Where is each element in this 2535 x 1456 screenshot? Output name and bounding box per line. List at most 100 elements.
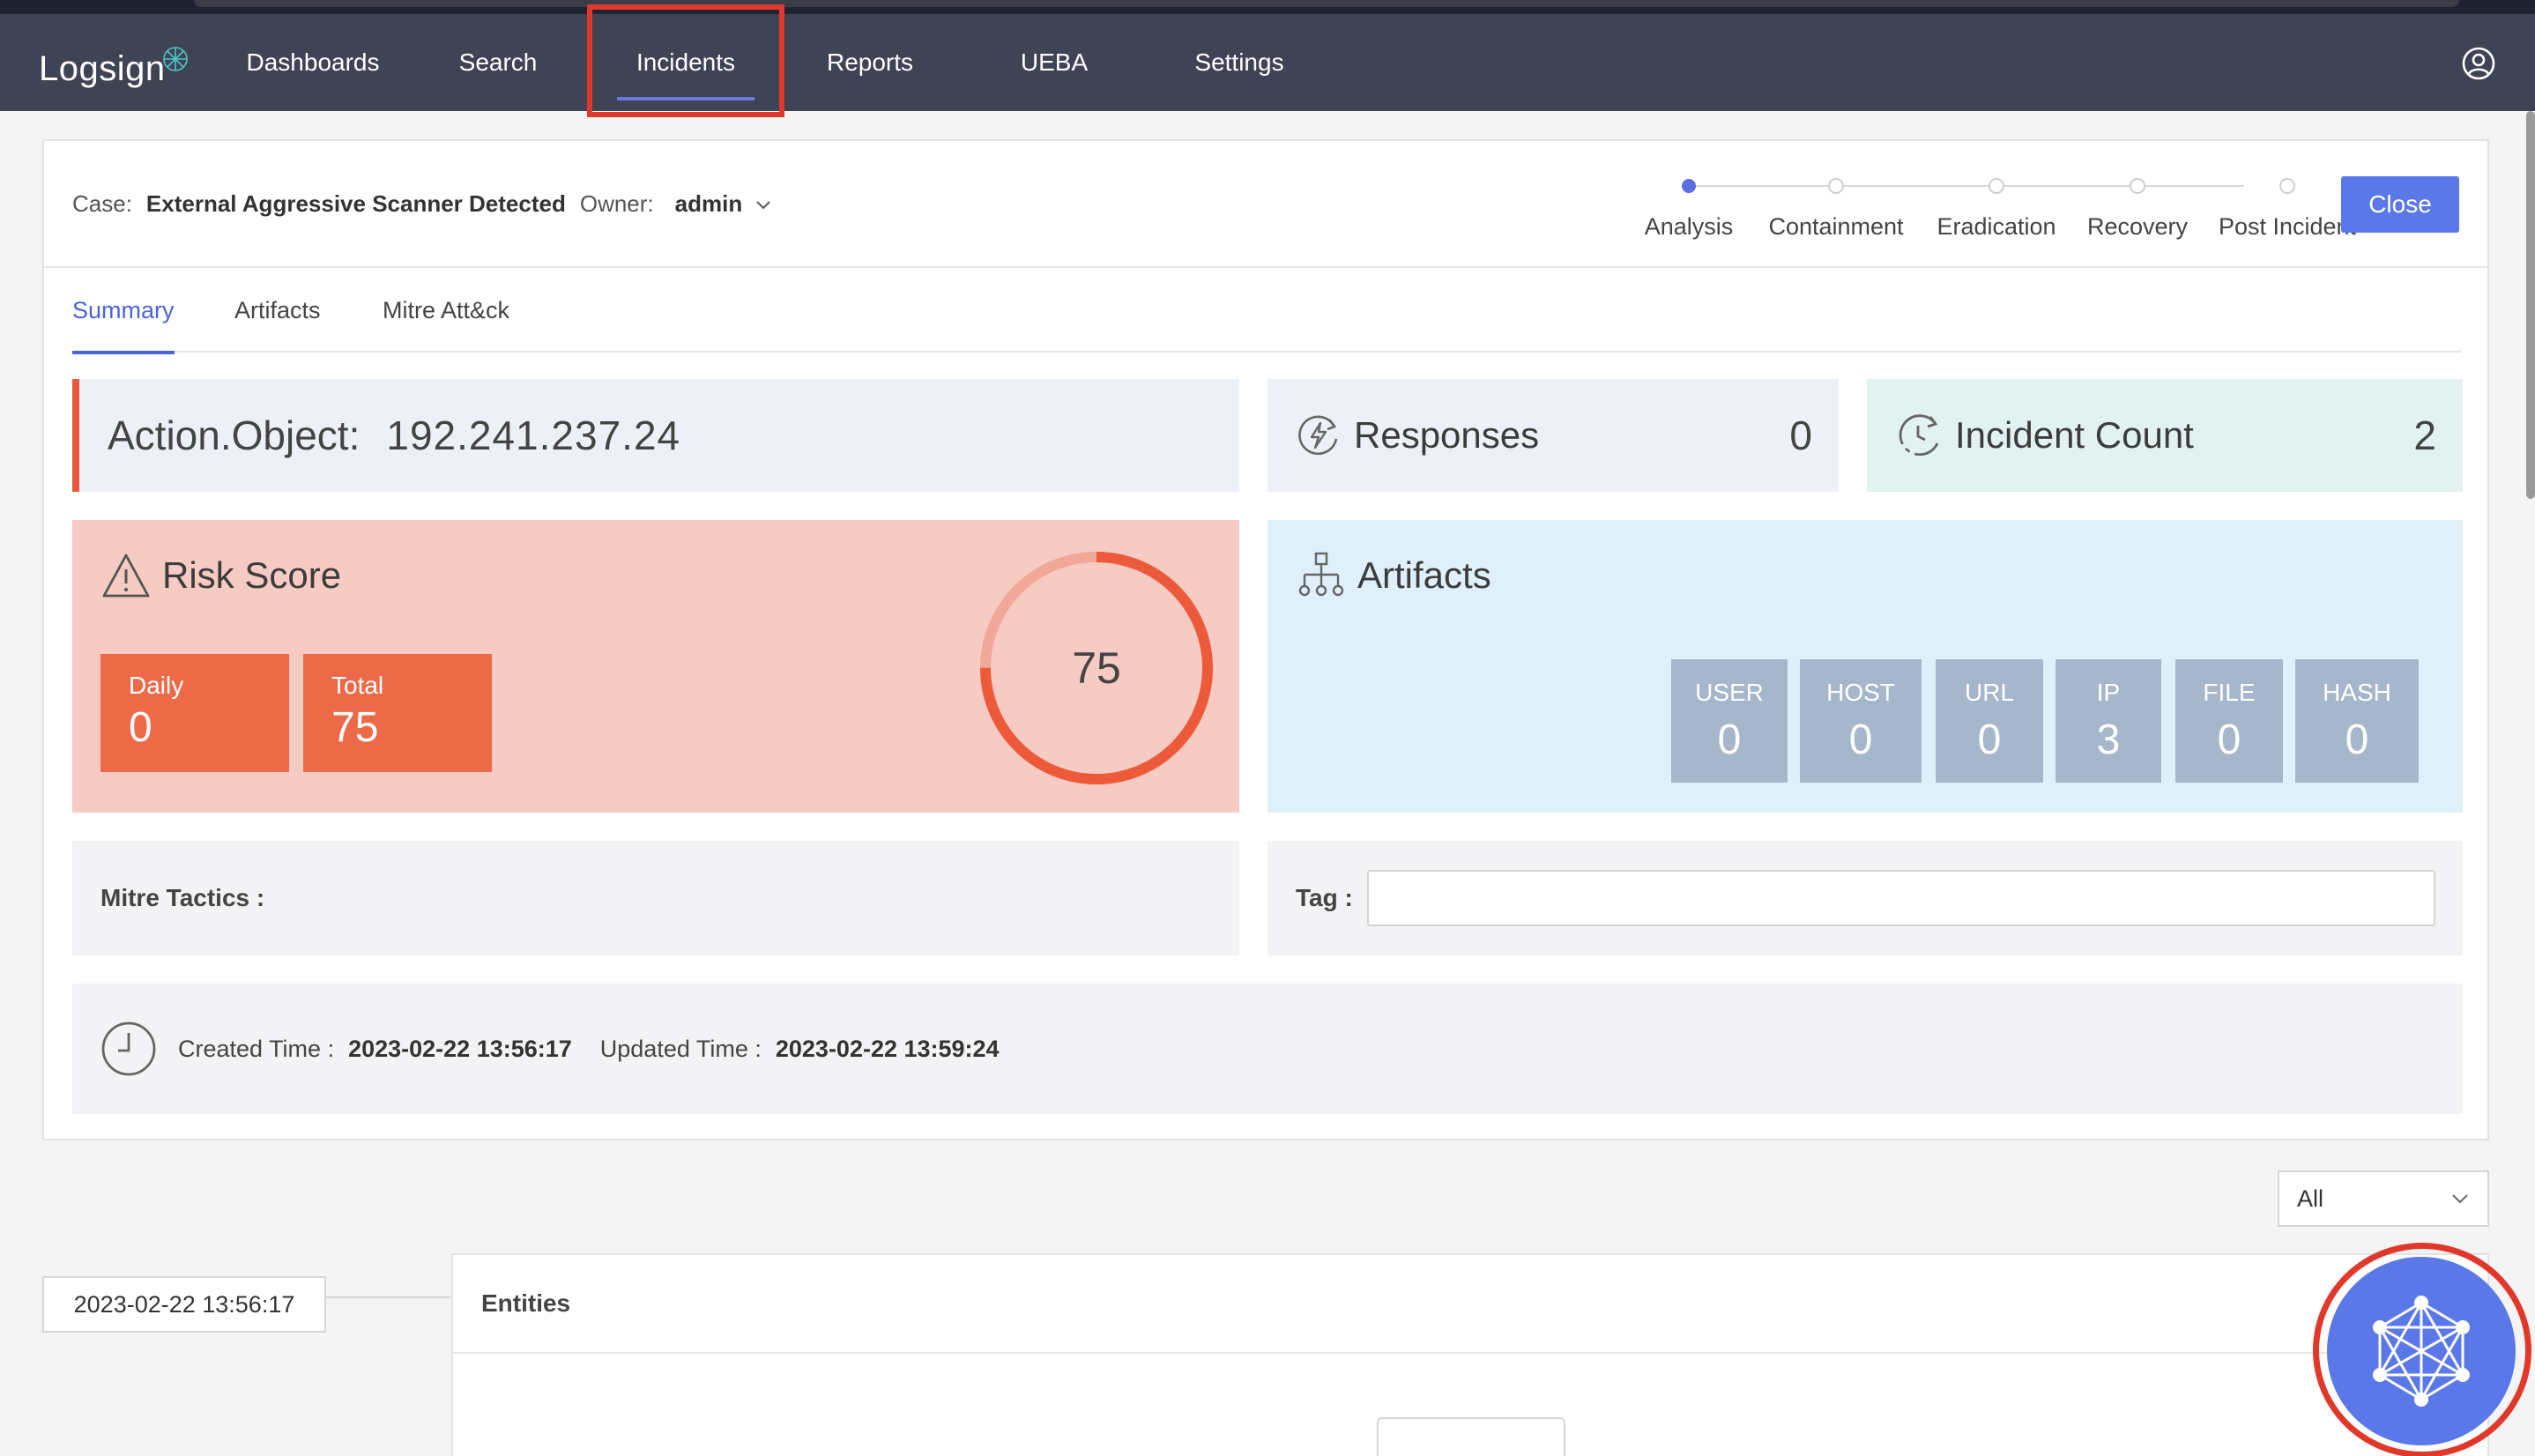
- case-name: External Aggressive Scanner Detected: [145, 190, 566, 217]
- entity-node[interactable]: [1377, 1417, 1565, 1456]
- nav-reports[interactable]: Reports: [811, 14, 929, 111]
- step-label-analysis[interactable]: Analysis: [1645, 213, 1734, 241]
- updated-time-value: 2023-02-22 13:59:24: [775, 1035, 1000, 1062]
- daily-value: 0: [129, 704, 152, 751]
- tab-summary[interactable]: Summary: [72, 268, 175, 354]
- artifact-chip-ip[interactable]: IP 3: [2056, 659, 2161, 783]
- artifact-chip-value: 3: [2096, 717, 2121, 763]
- total-score-box: Total 75: [303, 654, 492, 772]
- nav-settings[interactable]: Settings: [1181, 14, 1297, 111]
- step-label-post-incident[interactable]: Post Incident: [2219, 213, 2356, 241]
- mitre-tactics-label: Mitre Tactics :: [100, 884, 265, 911]
- artifact-chip-host[interactable]: HOST 0: [1800, 659, 1922, 783]
- timeline-filter-select[interactable]: All: [2278, 1170, 2489, 1227]
- warning-triangle-icon: [102, 553, 150, 598]
- artifact-chip-label: IP: [2096, 679, 2121, 706]
- artifact-chip-value: 0: [1977, 717, 2002, 763]
- case-line: Case: External Aggressive Scanner Detect…: [72, 190, 772, 218]
- mitre-tactics-tile: Mitre Tactics :: [72, 841, 1239, 955]
- nav-dashboards[interactable]: Dashboards: [238, 14, 388, 111]
- risk-score-label: Risk Score: [162, 554, 342, 596]
- chevron-down-icon: [2452, 1194, 2468, 1204]
- artifacts-label: Artifacts: [1357, 554, 1491, 596]
- step-label-containment[interactable]: Containment: [1768, 213, 1903, 241]
- action-object-tile: Action.Object: 192.241.237.24: [72, 379, 1239, 492]
- artifact-chip-label: URL: [1964, 679, 2014, 706]
- nav-incidents[interactable]: Incidents: [608, 14, 763, 111]
- step-dot-post-incident[interactable]: [2279, 178, 2295, 194]
- responses-label: Responses: [1354, 414, 1540, 456]
- risk-score-tile: Risk Score Daily 0 Total 75 75: [72, 520, 1239, 813]
- tab-artifacts[interactable]: Artifacts: [234, 268, 321, 353]
- total-value: 75: [331, 704, 379, 751]
- artifact-chip-label: HASH: [2323, 679, 2391, 706]
- timeline-date-pill[interactable]: 2023-02-22 13:56:17: [42, 1276, 326, 1333]
- artifact-chip-value: 0: [1717, 717, 1742, 763]
- incident-count-label: Incident Count: [1955, 414, 2194, 456]
- owner-value[interactable]: admin: [675, 190, 743, 218]
- created-time-value: 2023-02-22 13:56:17: [348, 1035, 572, 1062]
- browser-top-strip: [0, 0, 2535, 14]
- artifacts-tile: Artifacts USER 0 HOST 0 URL 0 IP 3 FILE …: [1268, 520, 2463, 813]
- browser-tab-pill: [194, 0, 2459, 7]
- created-time-label: Created Time :: [178, 1035, 335, 1062]
- logo-text: Logsign: [39, 48, 166, 88]
- stepper-line: [1689, 185, 2244, 187]
- responses-tile[interactable]: Responses 0: [1268, 379, 1839, 492]
- updated-time-label: Updated Time :: [599, 1035, 762, 1062]
- daily-score-box: Daily 0: [100, 654, 289, 772]
- daily-label: Daily: [129, 672, 184, 699]
- close-button[interactable]: Close: [2341, 176, 2459, 233]
- tab-mitre-attack[interactable]: Mitre Att&ck: [383, 268, 509, 353]
- network-graph-fab[interactable]: [2327, 1257, 2516, 1445]
- incident-card: Case: External Aggressive Scanner Detect…: [42, 139, 2489, 1140]
- nav-search[interactable]: Search: [450, 14, 546, 111]
- artifacts-header: Artifacts: [1296, 550, 1491, 601]
- step-dot-recovery[interactable]: [2130, 178, 2145, 194]
- page-scrollbar[interactable]: [2526, 111, 2535, 499]
- artifact-chip-url[interactable]: URL 0: [1936, 659, 2043, 783]
- tag-input[interactable]: [1366, 870, 2435, 926]
- step-dot-analysis[interactable]: [1682, 179, 1696, 193]
- case-label: Case:: [72, 190, 132, 217]
- time-tile: Created Time : 2023-02-22 13:56:17 Updat…: [72, 984, 2463, 1114]
- action-object-label: Action.Object:: [108, 412, 361, 458]
- top-navbar: Logsign Dashboards Search Incidents Repo…: [0, 14, 2535, 111]
- artifact-chip-file[interactable]: FILE 0: [2175, 659, 2283, 783]
- incident-count-tile[interactable]: Incident Count 2: [1867, 379, 2463, 492]
- incident-stepper: Analysis Containment Eradication Recover…: [1618, 167, 2356, 247]
- artifacts-hierarchy-icon: [1298, 552, 1344, 597]
- incident-count-value: 2: [2413, 412, 2436, 458]
- incident-count-refresh-icon: [1899, 414, 1939, 457]
- tag-label: Tag :: [1296, 884, 1353, 911]
- clock-icon: [101, 1021, 156, 1076]
- action-object-value: 192.241.237.24: [386, 412, 681, 458]
- network-graph-icon: [2373, 1296, 2470, 1407]
- step-label-recovery[interactable]: Recovery: [2087, 213, 2188, 241]
- risk-score-header: Risk Score: [100, 550, 341, 601]
- filter-selected-value: All: [2297, 1185, 2324, 1212]
- nav-ueba[interactable]: UEBA: [1005, 14, 1104, 111]
- artifact-chip-hash[interactable]: HASH 0: [2295, 659, 2419, 783]
- step-label-eradication[interactable]: Eradication: [1937, 213, 2056, 241]
- tag-tile: Tag :: [1268, 841, 2463, 955]
- step-dot-containment[interactable]: [1828, 178, 1844, 194]
- artifact-chip-label: HOST: [1826, 679, 1895, 706]
- artifact-chip-value: 0: [2217, 717, 2241, 763]
- logsign-logo[interactable]: Logsign: [39, 42, 190, 95]
- case-header: Case: External Aggressive Scanner Detect…: [44, 141, 2487, 268]
- artifact-chip-user[interactable]: USER 0: [1671, 659, 1788, 783]
- logo-network-icon: [162, 47, 188, 71]
- owner-chevron-down-icon[interactable]: [755, 196, 772, 213]
- user-account-icon[interactable]: [2461, 46, 2496, 81]
- artifact-chip-value: 0: [1848, 717, 1873, 763]
- step-dot-eradication[interactable]: [1989, 178, 2004, 194]
- case-tabs: Summary Artifacts Mitre Att&ck: [72, 268, 2461, 354]
- artifact-chip-value: 0: [2345, 717, 2369, 763]
- artifact-chip-label: FILE: [2203, 679, 2256, 706]
- artifact-chip-label: USER: [1695, 679, 1764, 706]
- entities-label: Entities: [453, 1255, 2487, 1354]
- risk-score-gauge-value: 75: [1072, 643, 1121, 693]
- responses-count: 0: [1789, 412, 1812, 458]
- responses-bolt-icon: [1298, 415, 1338, 456]
